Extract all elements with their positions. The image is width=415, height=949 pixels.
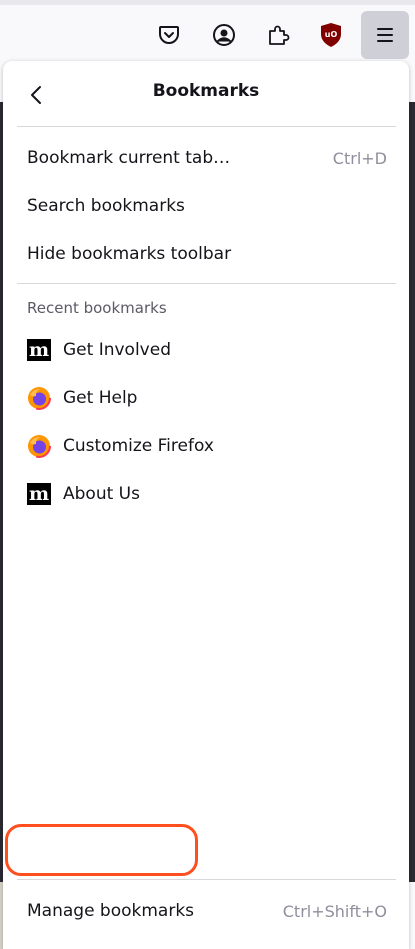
item-label: Get Help [63,388,138,408]
item-label: About Us [63,484,140,504]
item-label: Bookmark current tab… [27,148,231,168]
item-label: Manage bookmarks [27,901,195,921]
item-label: Get Involved [63,340,171,360]
hide-bookmarks-toolbar-item[interactable]: Hide bookmarks toolbar [13,232,399,276]
bookmark-item-get-help[interactable]: Get Help [13,376,399,420]
firefox-icon [27,386,51,410]
browser-toolbar: uO [0,0,415,64]
item-label: Hide bookmarks toolbar [27,244,232,264]
bookmarks-panel: Bookmarks Bookmark current tab… Ctrl+D S… [3,61,409,949]
panel-title: Bookmarks [152,81,260,101]
recent-bookmarks-heading: Recent bookmarks [27,299,167,317]
extensions-icon [269,25,290,45]
bookmark-item-customize-firefox[interactable]: Customize Firefox [13,424,399,468]
app-menu-button[interactable] [361,11,409,59]
item-shortcut: Ctrl+D [332,148,387,168]
extensions-button[interactable] [254,11,302,59]
bookmark-item-about-us[interactable]: m About Us [13,472,399,516]
manage-bookmarks-item[interactable]: Manage bookmarks Ctrl+Shift+O [13,889,399,933]
item-label: Customize Firefox [63,436,214,456]
hamburger-menu-icon [377,28,393,42]
toolbar-top-border [0,0,415,5]
ublock-origin-icon: uO [321,23,341,47]
mozilla-icon: m [27,339,51,361]
item-label: Search bookmarks [27,196,185,216]
search-bookmarks-item[interactable]: Search bookmarks [13,184,399,228]
pocket-icon [159,26,179,44]
pocket-button[interactable] [145,11,193,59]
separator [17,879,396,880]
ublock-badge-text: uO [325,30,338,39]
page-background-right [409,102,415,882]
item-shortcut: Ctrl+Shift+O [282,901,387,921]
account-icon [213,24,235,46]
bookmark-current-tab-item[interactable]: Bookmark current tab… Ctrl+D [13,136,399,180]
separator [17,126,396,127]
firefox-icon [27,434,51,458]
mozilla-icon: m [27,483,51,505]
panel-header: Bookmarks [3,61,409,127]
bookmark-item-get-involved[interactable]: m Get Involved [13,328,399,372]
separator [17,283,396,284]
ublock-origin-button[interactable]: uO [307,11,355,59]
account-button[interactable] [200,11,248,59]
